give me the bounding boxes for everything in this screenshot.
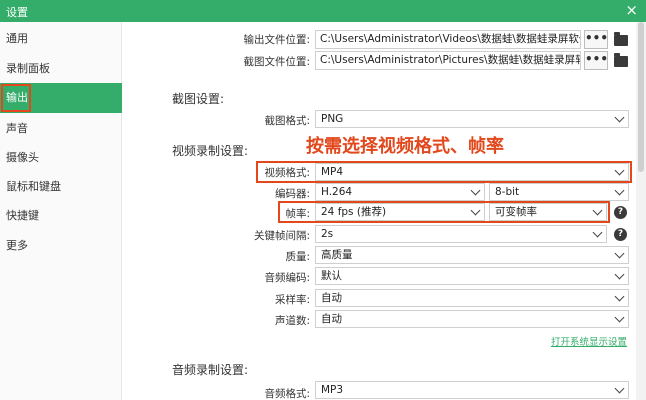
- chevron-down-icon: [614, 269, 625, 280]
- chevron-down-icon: [614, 248, 625, 259]
- help-icon[interactable]: ?: [614, 228, 627, 241]
- sidebar-item-label: 快捷键: [6, 209, 39, 222]
- chevron-down-icon: [614, 165, 625, 176]
- quality-label: 质量:: [285, 251, 310, 263]
- sidebar-item-general[interactable]: 通用: [0, 24, 122, 54]
- scrollbar[interactable]: [636, 22, 646, 400]
- chevron-down-icon: [614, 291, 625, 302]
- chevron-down-icon: [614, 312, 625, 323]
- select-value: 可变帧率: [495, 206, 537, 218]
- video-path-label: 输出文件位置:: [243, 34, 310, 46]
- sidebar-item-label: 摄像头: [6, 151, 39, 164]
- sidebar-item-mouse-keyboard[interactable]: 鼠标和键盘: [0, 172, 122, 202]
- sample-rate-label: 采样率:: [274, 294, 310, 306]
- audio-format-select[interactable]: MP3: [315, 381, 629, 399]
- video-path-input[interactable]: C:\Users\Administrator\Videos\数据蛙\数据蛙录屏软…: [315, 30, 581, 49]
- sidebar-item-sound[interactable]: 声音: [0, 114, 122, 144]
- sidebar-item-hotkeys[interactable]: 快捷键: [0, 201, 122, 231]
- audio-format-label: 音频格式:: [264, 388, 310, 400]
- sidebar-item-more[interactable]: 更多: [0, 231, 122, 261]
- chevron-down-icon: [470, 185, 481, 196]
- video-format-label: 视频格式:: [264, 167, 310, 179]
- audio-section-title: 音频录制设置:: [172, 363, 249, 377]
- quality-select[interactable]: 高质量: [315, 246, 629, 264]
- keyframe-interval-label: 关键帧间隔:: [253, 230, 310, 242]
- select-value: 24 fps (推荐): [321, 206, 387, 218]
- help-icon[interactable]: ?: [614, 206, 627, 219]
- video-section-title: 视频录制设置:: [172, 144, 249, 158]
- chevron-down-icon: [470, 205, 481, 216]
- sidebar-item-output[interactable]: 输出: [0, 83, 122, 113]
- scrollbar-thumb[interactable]: [638, 22, 644, 172]
- sidebar-item-label: 通用: [6, 32, 28, 45]
- select-value: MP3: [321, 384, 344, 396]
- folder-icon[interactable]: [614, 53, 628, 67]
- chevron-down-icon: [592, 227, 603, 238]
- chevron-down-icon: [614, 185, 625, 196]
- select-value: 高质量: [321, 249, 353, 261]
- chevron-down-icon: [614, 112, 625, 123]
- sidebar-item-camera[interactable]: 摄像头: [0, 143, 122, 173]
- sidebar-item-label: 鼠标和键盘: [6, 180, 61, 193]
- pic-path-input[interactable]: C:\Users\Administrator\Pictures\数据蛙\数据蛙录…: [315, 51, 581, 70]
- close-icon[interactable]: ×: [625, 1, 638, 19]
- sidebar-item-label: 更多: [6, 239, 28, 252]
- select-value: MP4: [321, 166, 344, 178]
- encoder-label: 编码器:: [274, 188, 310, 200]
- sidebar-item-label: 录制面板: [6, 62, 50, 75]
- bitdepth-select[interactable]: 8-bit: [489, 183, 629, 201]
- select-value: 2s: [321, 228, 334, 240]
- settings-sidebar: 通用 录制面板 输出 声音 摄像头 鼠标和键盘 快捷键 更多: [0, 22, 122, 400]
- screenshot-format-label: 截图格式:: [264, 115, 310, 127]
- channels-label: 声道数:: [274, 315, 310, 327]
- browse-pic-path-button[interactable]: •••: [584, 51, 608, 70]
- select-value: 8-bit: [495, 186, 520, 198]
- audio-codec-select[interactable]: 默认: [315, 267, 629, 285]
- chevron-down-icon: [614, 383, 625, 394]
- fps-mode-select[interactable]: 可变帧率: [489, 203, 607, 221]
- folder-icon[interactable]: [614, 32, 628, 46]
- select-value: PNG: [321, 113, 344, 125]
- select-value: 默认: [321, 270, 342, 282]
- video-format-select[interactable]: MP4: [315, 163, 629, 181]
- window-titlebar: 设置 ×: [0, 0, 646, 22]
- select-value: H.264: [321, 186, 353, 198]
- audio-codec-label: 音频编码:: [264, 272, 310, 284]
- encoder-select[interactable]: H.264: [315, 183, 485, 201]
- screenshot-section-title: 截图设置:: [172, 92, 225, 106]
- fps-select[interactable]: 24 fps (推荐): [315, 203, 485, 221]
- sample-rate-select[interactable]: 自动: [315, 289, 629, 307]
- display-settings-link[interactable]: 打开系统显示设置: [551, 334, 627, 348]
- browse-video-path-button[interactable]: •••: [584, 30, 608, 49]
- sidebar-item-record-panel[interactable]: 录制面板: [0, 54, 122, 84]
- fps-label: 帧率:: [285, 208, 310, 220]
- pic-path-label: 截图文件位置:: [243, 56, 310, 68]
- select-value: 自动: [321, 292, 342, 304]
- channels-select[interactable]: 自动: [315, 310, 629, 328]
- annotation-text: 按需选择视频格式、帧率: [306, 136, 504, 157]
- highlight-box: [1, 84, 31, 112]
- window-title: 设置: [6, 6, 28, 19]
- sidebar-item-label: 声音: [6, 122, 28, 135]
- keyframe-interval-select[interactable]: 2s: [315, 225, 607, 243]
- select-value: 自动: [321, 313, 342, 325]
- chevron-down-icon: [592, 205, 603, 216]
- screenshot-format-select[interactable]: PNG: [315, 110, 629, 128]
